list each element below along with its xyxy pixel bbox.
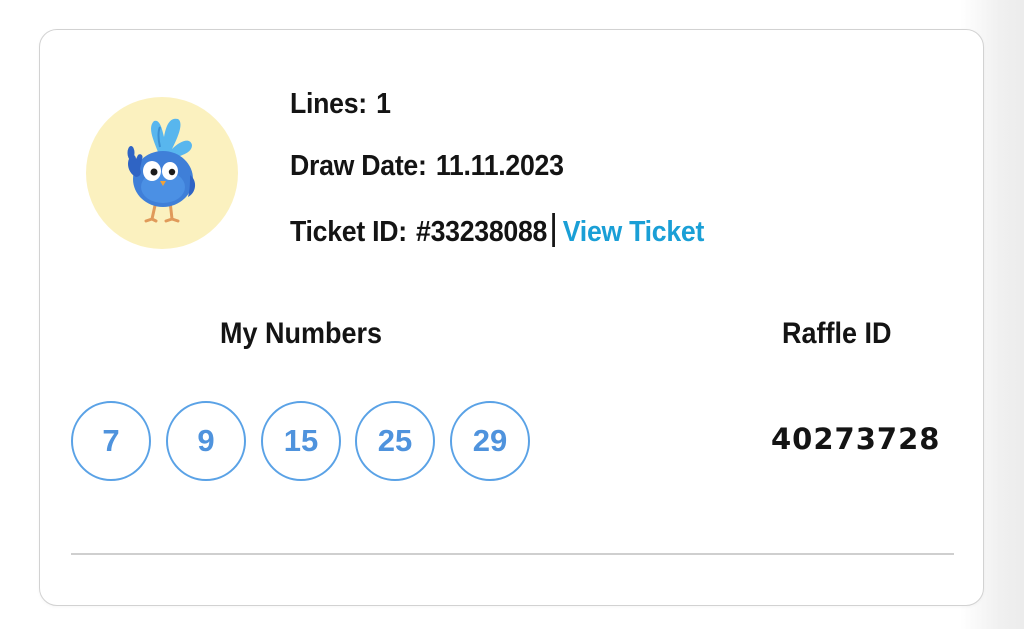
page: Lines: 1 Draw Date: 11.11.2023 Ticket ID: #… bbox=[0, 0, 1024, 629]
draw-date-label: Draw Date: bbox=[290, 150, 427, 182]
lines-row: Lines: 1 bbox=[290, 88, 391, 121]
my-numbers-heading: My Numbers bbox=[220, 317, 383, 350]
mascot-avatar bbox=[86, 97, 238, 249]
draw-date-row: Draw Date: 11.11.2023 bbox=[290, 150, 564, 183]
draw-date-value: 11.11.2023 bbox=[435, 150, 564, 182]
number-ball: 9 bbox=[166, 401, 246, 481]
raffle-id-value: 40273728 bbox=[771, 422, 941, 456]
ticket-id-label: Ticket ID: bbox=[290, 216, 407, 248]
number-ball: 25 bbox=[355, 401, 435, 481]
view-ticket-link[interactable]: View Ticket bbox=[563, 216, 705, 248]
ticket-card: Lines: 1 Draw Date: 11.11.2023 Ticket ID: #… bbox=[39, 29, 984, 606]
ticket-id-row: Ticket ID: #33238088 View Ticket bbox=[290, 213, 704, 249]
number-ball: 29 bbox=[450, 401, 530, 481]
number-ball: 15 bbox=[261, 401, 341, 481]
raffle-id-heading: Raffle ID bbox=[782, 317, 892, 350]
number-ball: 7 bbox=[71, 401, 151, 481]
lines-label: Lines: bbox=[290, 88, 367, 120]
separator bbox=[552, 213, 556, 247]
divider bbox=[71, 553, 954, 555]
bird-mascot-thumbs-up-icon bbox=[127, 118, 196, 223]
lines-value: 1 bbox=[376, 88, 391, 120]
ticket-id-value: #33238088 bbox=[416, 216, 548, 248]
